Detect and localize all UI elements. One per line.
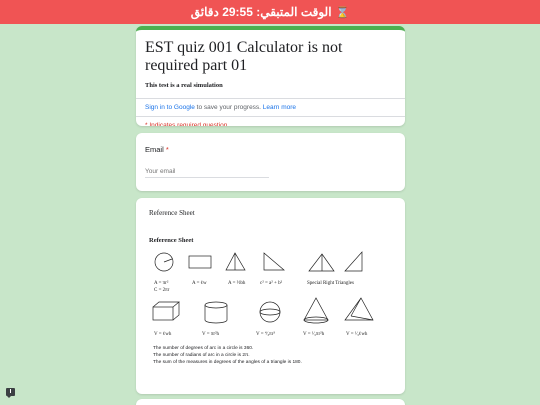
next-question-card [136, 399, 405, 405]
sphere-figure [259, 301, 281, 323]
email-field[interactable] [145, 167, 269, 178]
triangle-figure [225, 252, 246, 271]
pythagorean-formula: c² = a² + b² [260, 280, 283, 286]
circle-figure [154, 252, 174, 272]
email-question-card: Email * [136, 133, 405, 191]
fact-item: The number of radians of arc in a circle… [153, 353, 250, 358]
reference-formulas-image: A = πr² C = 2πr A = ℓw A = ½bh c² = a² +… [152, 251, 374, 337]
cylinder-figure [204, 301, 228, 324]
timer-bar: ⌛ الوقت المتبقي: 29:55 دقائق [0, 0, 540, 24]
signin-text: to save your progress. [194, 104, 263, 111]
sphere-formula: V = ⁴⁄₃πr³ [256, 331, 275, 337]
required-star: * [165, 145, 169, 154]
cone-figure [303, 297, 329, 324]
feedback-icon[interactable] [6, 388, 15, 398]
box-figure [152, 301, 180, 321]
fact-item: The number of degrees of arc in a circle… [153, 346, 254, 351]
rectangle-formula: A = ℓw [192, 280, 207, 286]
special-triangles-label: Special Right Triangles [307, 281, 354, 286]
form-description: This test is a real simulation [145, 82, 223, 89]
box-formula: V = ℓwh [154, 331, 172, 337]
rectangle-figure [188, 255, 212, 269]
email-label-text: Email [145, 145, 164, 154]
pyramid-formula: V = ¹⁄₃ℓwh [346, 331, 368, 337]
triangle-formula: A = ½bh [228, 281, 246, 286]
learn-more-link[interactable]: Learn more [263, 104, 296, 111]
right-triangle-figure [263, 252, 285, 271]
form-header-card: EST quiz 001 Calculator is not required … [136, 26, 405, 126]
special-30-60-triangle [308, 253, 335, 272]
special-45-45-triangle [344, 251, 363, 272]
signin-notice: Sign in to Google to save your progress.… [136, 99, 405, 116]
signin-link[interactable]: Sign in to Google [145, 104, 195, 111]
form-title: EST quiz 001 Calculator is not required … [145, 39, 343, 74]
required-note: * Indicates required question [145, 122, 228, 126]
hourglass-icon: ⌛ [335, 6, 350, 19]
cylinder-formula: V = πr²h [202, 331, 220, 337]
circle-circumference-formula: C = 2πr [154, 288, 170, 293]
cone-formula: V = ¹⁄₃πr²h [303, 331, 325, 337]
reference-image-heading: Reference Sheet [149, 237, 194, 244]
circle-area-formula: A = πr² [154, 280, 169, 286]
fact-item: The sum of the measures in degrees of th… [153, 360, 302, 365]
email-label: Email * [136, 133, 405, 154]
reference-sheet-label: Reference Sheet [149, 209, 195, 217]
pyramid-figure [344, 297, 374, 321]
reference-facts: The number of degrees of arc in a circle… [136, 343, 405, 366]
reference-sheet-card: Reference Sheet Reference Sheet A = πr² … [136, 198, 405, 394]
timer-text: الوقت المتبقي: 29:55 دقائق [190, 5, 332, 19]
